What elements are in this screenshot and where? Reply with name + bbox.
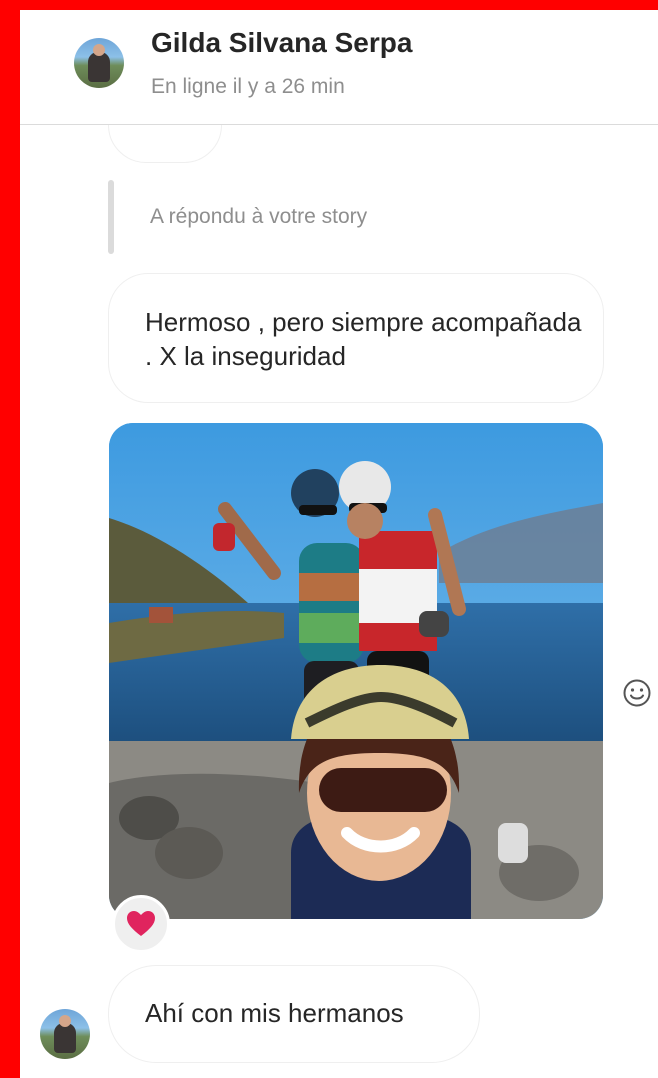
- story-reply-bar: [108, 180, 114, 254]
- heart-icon: [127, 911, 155, 936]
- smiley-icon: [623, 679, 651, 707]
- frame-border-left: [0, 0, 20, 1078]
- app-frame: Gilda Silvana Serpa En ligne il y a 26 m…: [0, 0, 658, 1078]
- message-bubble[interactable]: Ahí con mis hermanos: [108, 965, 480, 1063]
- frame-border-top: [0, 0, 658, 10]
- message-bubble[interactable]: Hermoso , pero siempre acompañada . X la…: [108, 273, 604, 403]
- message-text: Hermoso , pero siempre acompañada . X la…: [145, 307, 582, 371]
- avatar-photo: [54, 1015, 76, 1053]
- online-status: En ligne il y a 26 min: [151, 75, 345, 98]
- message-text: Ahí con mis hermanos: [145, 998, 404, 1028]
- contact-avatar[interactable]: [74, 38, 124, 88]
- heart-reaction[interactable]: [112, 895, 170, 953]
- story-reply-label: A répondu à votre story: [150, 205, 368, 228]
- emoji-react-icon[interactable]: [622, 678, 652, 708]
- partial-message-bubble[interactable]: [108, 125, 222, 163]
- contact-name[interactable]: Gilda Silvana Serpa: [151, 27, 412, 59]
- shared-photo[interactable]: [109, 423, 603, 919]
- message-thread[interactable]: A répondu à votre story Hermoso , pero s…: [20, 125, 658, 1078]
- avatar-photo: [88, 44, 110, 82]
- sender-avatar[interactable]: [40, 1009, 90, 1059]
- conversation-header: Gilda Silvana Serpa En ligne il y a 26 m…: [20, 10, 658, 125]
- selfie-illustration: [109, 423, 603, 919]
